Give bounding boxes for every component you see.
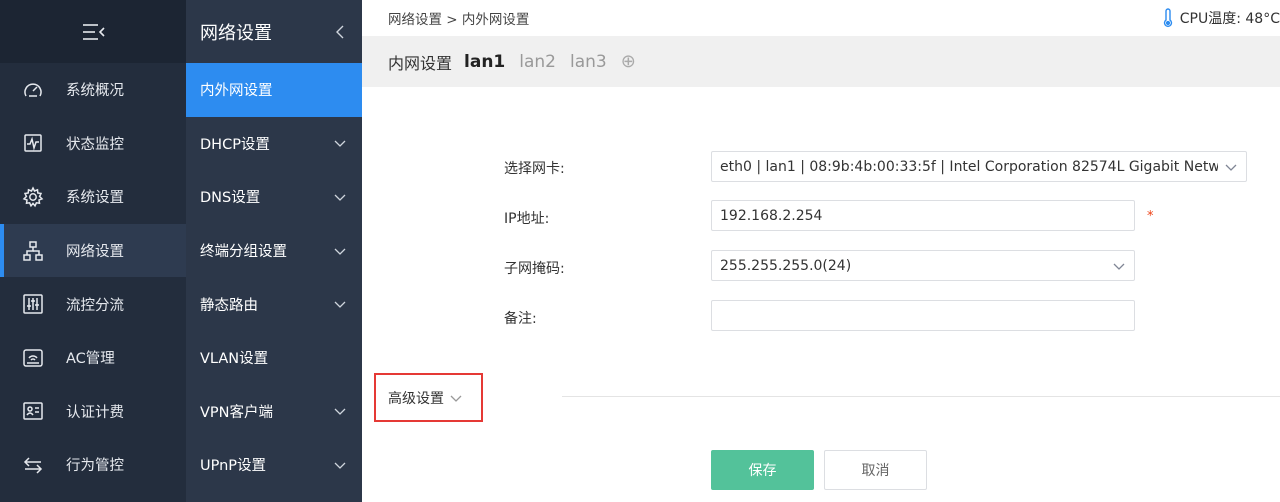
ip-input[interactable]: 192.168.2.254 xyxy=(711,200,1135,231)
subnav-item-label: UPnP设置 xyxy=(200,458,267,475)
subnav-item-label: 静态路由 xyxy=(200,297,258,314)
subnav-item-vlan[interactable]: VLAN设置 xyxy=(186,331,362,385)
mask-select-value: 255.255.255.0(24) xyxy=(720,257,852,274)
cpu-temp-text: CPU温度: 48°C xyxy=(1179,11,1280,27)
sidebar-item-label: 系统概况 xyxy=(66,83,124,100)
subnav-item-label: VLAN设置 xyxy=(200,351,269,368)
subnav-title: 网络设置 xyxy=(200,22,272,44)
save-button[interactable]: 保存 xyxy=(711,450,814,490)
chevron-down-icon xyxy=(1113,263,1125,270)
secondary-sidebar: 网络设置 内外网设置 DHCP设置 DNS设置 终端分组设置 静态路由 VLAN… xyxy=(186,0,362,502)
subnav-item-dhcp[interactable]: DHCP设置 xyxy=(186,117,362,171)
subnav-item-static-route[interactable]: 静态路由 xyxy=(186,277,362,331)
cpu-temperature: CPU温度: 48°C xyxy=(1162,8,1280,28)
sidebar-item-behavior-control[interactable]: 行为管控 xyxy=(0,438,186,492)
advanced-settings-label: 高级设置 xyxy=(388,390,444,407)
chevron-left-icon[interactable] xyxy=(334,25,346,39)
mask-label: 子网掩码: xyxy=(504,261,565,277)
nic-select-value: eth0 | lan1 | 08:9b:4b:00:33:5f | Intel … xyxy=(720,158,1218,175)
sidebar-item-label: 系统设置 xyxy=(66,190,124,207)
sidebar-item-overview[interactable]: 系统概况 xyxy=(0,63,186,117)
subnav-item-label: VPN客户端 xyxy=(200,404,274,421)
sidebar-item-network-settings[interactable]: 网络设置 xyxy=(0,223,186,278)
primary-sidebar: 系统概况 状态监控 系统设置 网络设置 流控分流 AC管理 认证计费 行为管控 xyxy=(0,0,186,502)
transfer-icon xyxy=(0,454,66,476)
breadcrumb: 网络设置 > 内外网设置 xyxy=(388,12,530,28)
subnav-item-dns[interactable]: DNS设置 xyxy=(186,170,362,224)
router-icon xyxy=(0,347,66,369)
tab-lan1[interactable]: lan1 xyxy=(464,52,505,72)
subnav-item-upnp[interactable]: UPnP设置 xyxy=(186,438,362,492)
sliders-icon xyxy=(0,293,66,315)
main-content: 网络设置 > 内外网设置 CPU温度: 48°C 内网设置 lan1 lan2 … xyxy=(362,0,1280,502)
id-card-icon xyxy=(0,400,66,422)
chevron-down-icon xyxy=(450,395,462,402)
sidebar-item-label: AC管理 xyxy=(66,351,115,368)
sidebar-item-label: 流控分流 xyxy=(66,297,124,314)
chevron-down-icon xyxy=(334,140,346,148)
tabs-title: 内网设置 xyxy=(388,53,453,73)
add-tab-icon[interactable]: ⊕ xyxy=(621,51,636,72)
sidebar-item-ac-management[interactable]: AC管理 xyxy=(0,331,186,385)
sidebar-item-traffic-control[interactable]: 流控分流 xyxy=(0,277,186,331)
sidebar-item-label: 认证计费 xyxy=(66,404,124,421)
top-bar: 网络设置 > 内外网设置 CPU温度: 48°C xyxy=(362,0,1280,36)
sidebar-item-label: 网络设置 xyxy=(66,244,124,261)
ip-label: IP地址: xyxy=(504,211,550,227)
subnav-item-terminal-group[interactable]: 终端分组设置 xyxy=(186,224,362,278)
nic-label: 选择网卡: xyxy=(504,161,565,177)
advanced-settings-toggle[interactable]: 高级设置 xyxy=(374,373,483,422)
chevron-down-icon xyxy=(334,248,346,255)
subnav-item-label: DHCP设置 xyxy=(200,136,270,153)
tab-lan2[interactable]: lan2 xyxy=(519,52,556,72)
ip-input-value: 192.168.2.254 xyxy=(720,207,823,224)
thermometer-icon xyxy=(1163,8,1172,28)
sidebar-item-auth-billing[interactable]: 认证计费 xyxy=(0,385,186,439)
monitor-icon xyxy=(0,132,66,154)
chevron-down-icon xyxy=(334,194,346,201)
subnav-item-label: 内外网设置 xyxy=(200,83,273,100)
sidebar-item-label: 状态监控 xyxy=(66,136,124,153)
chevron-down-icon xyxy=(334,462,346,469)
sidebar-item-label: 行为管控 xyxy=(66,458,124,475)
subnav-item-vpn-client[interactable]: VPN客户端 xyxy=(186,385,362,439)
dashboard-icon xyxy=(0,79,66,101)
nic-select[interactable]: eth0 | lan1 | 08:9b:4b:00:33:5f | Intel … xyxy=(711,151,1247,182)
cancel-button[interactable]: 取消 xyxy=(824,450,927,490)
sidebar-item-monitor[interactable]: 状态监控 xyxy=(0,117,186,171)
chevron-down-icon xyxy=(334,301,346,309)
network-icon xyxy=(0,240,66,262)
subnav-header: 网络设置 xyxy=(186,0,362,63)
gear-icon xyxy=(0,186,66,208)
note-label: 备注: xyxy=(504,311,537,327)
required-mark: * xyxy=(1147,209,1154,224)
subnav-item-label: DNS设置 xyxy=(200,190,261,207)
menu-collapse-icon xyxy=(83,23,105,40)
mask-select[interactable]: 255.255.255.0(24) xyxy=(711,250,1135,281)
subnav-item-wan-lan[interactable]: 内外网设置 xyxy=(186,63,362,117)
tab-lan3[interactable]: lan3 xyxy=(570,52,607,72)
chevron-down-icon xyxy=(334,408,346,416)
sidebar-item-system-settings[interactable]: 系统设置 xyxy=(0,170,186,224)
chevron-down-icon xyxy=(1225,164,1237,171)
subnav-item-label: 终端分组设置 xyxy=(200,244,287,261)
section-divider xyxy=(562,396,1280,397)
sidebar-collapse-button[interactable] xyxy=(0,0,186,63)
note-input[interactable] xyxy=(711,300,1135,331)
lan-tabs-bar: 内网设置 lan1 lan2 lan3 ⊕ xyxy=(362,36,1280,87)
